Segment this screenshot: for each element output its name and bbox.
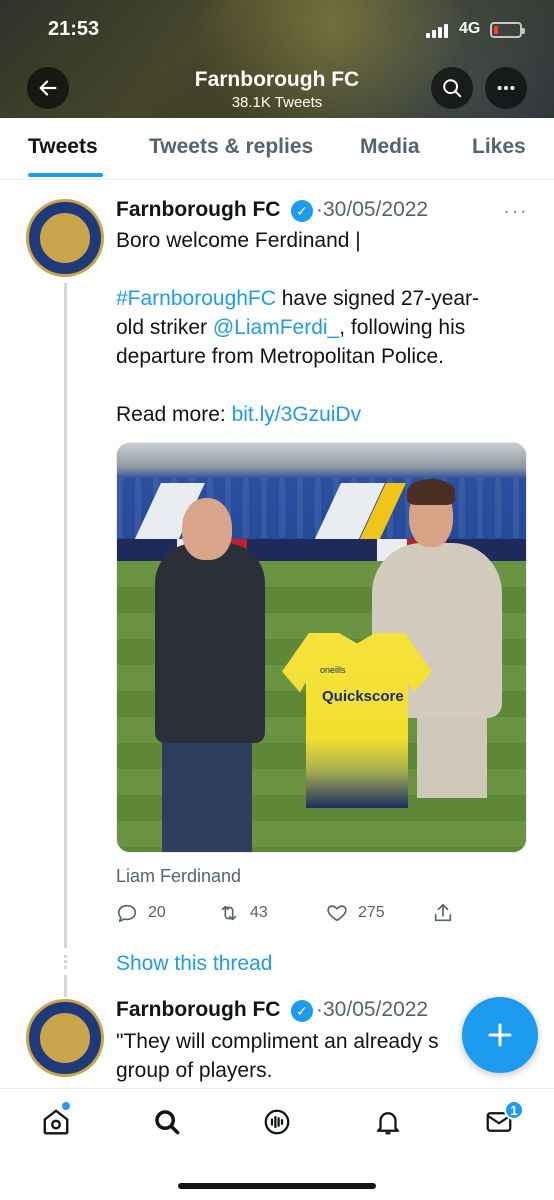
show-thread-link[interactable]: Show this thread <box>116 952 272 976</box>
heart-icon <box>327 905 347 922</box>
status-time: 21:53 <box>48 18 100 40</box>
profile-header: 21:53 4G Farnborough FC 38.1K Tweets <box>0 0 554 118</box>
network-type: 4G <box>459 20 481 37</box>
messages-badge: 1 <box>504 1100 524 1120</box>
like-button[interactable]: 275 <box>326 902 385 924</box>
thread-line <box>64 283 67 948</box>
active-tab-indicator <box>28 173 103 177</box>
bell-icon <box>376 1112 400 1135</box>
share-icon <box>434 903 452 922</box>
avatar[interactable] <box>26 999 104 1077</box>
more-icon <box>497 85 515 91</box>
tweet-text-line: departure from Metropolitan Police. <box>116 345 444 368</box>
retweet-button[interactable]: 43 <box>218 902 268 924</box>
status-bar: 21:53 4G <box>0 0 554 60</box>
hashtag-link[interactable]: #FarnboroughFC <box>116 287 276 310</box>
tweet-photo[interactable]: oneills Quickscore <box>116 442 527 853</box>
tweet-more-button[interactable]: ··· <box>503 198 528 224</box>
avatar[interactable] <box>26 199 104 277</box>
reply-button[interactable]: 20 <box>116 902 166 924</box>
tab-likes[interactable]: Likes <box>472 135 526 159</box>
tab-media[interactable]: Media <box>360 135 420 159</box>
search-button[interactable] <box>431 67 473 109</box>
mention-link[interactable]: @LiamFerdi_ <box>213 316 339 339</box>
nav-notifications[interactable] <box>371 1105 405 1139</box>
club-crest-icon <box>38 1011 92 1065</box>
verified-badge-icon: ✓ <box>291 200 313 222</box>
media-caption[interactable]: Liam Ferdinand <box>116 866 241 887</box>
tweet-text-line: Boro welcome Ferdinand | <box>116 229 361 252</box>
author-name[interactable]: Farnborough FC <box>116 198 280 222</box>
tweet-actions: 20 43 275 <box>116 902 527 930</box>
home-indicator <box>178 1183 376 1189</box>
jersey-sponsor: Quickscore <box>322 688 404 705</box>
nav-spaces[interactable] <box>260 1105 294 1139</box>
club-crest-icon <box>38 211 92 265</box>
tweet-text-line: group of players. <box>116 1059 273 1082</box>
verified-badge-icon: ✓ <box>291 1000 313 1022</box>
new-content-indicator <box>62 1102 70 1110</box>
nav-search[interactable] <box>150 1105 184 1139</box>
jersey-brand: oneills <box>320 665 346 675</box>
search-icon <box>443 79 462 98</box>
reply-icon <box>117 904 137 923</box>
signal-icon <box>426 24 454 38</box>
nav-home[interactable] <box>39 1105 73 1139</box>
tweet-text-line: #FarnboroughFC have signed 27-year- <box>116 287 480 310</box>
compose-tweet-button[interactable] <box>462 997 538 1073</box>
tweet-date: ·30/05/2022 <box>316 198 429 221</box>
author-name[interactable]: Farnborough FC <box>116 998 280 1022</box>
tweet-text-line: Read more: bit.ly/3GzuiDv <box>116 403 362 426</box>
person-left <box>155 543 265 743</box>
more-button[interactable] <box>485 67 527 109</box>
search-icon <box>155 1110 180 1135</box>
retweet-icon <box>221 905 237 921</box>
url-link[interactable]: bit.ly/3GzuiDv <box>232 403 362 426</box>
share-button[interactable] <box>432 902 454 924</box>
profile-tabs: Tweets Tweets & replies Media Likes <box>0 118 554 180</box>
battery-icon <box>490 22 525 38</box>
spaces-icon <box>264 1109 290 1135</box>
tab-tweets[interactable]: Tweets <box>28 135 98 159</box>
tweet-text-line: "They will compliment an already s <box>116 1030 439 1053</box>
tweet-date: ·30/05/2022 <box>316 998 429 1021</box>
tweet-text-line: old striker @LiamFerdi_, following his <box>116 316 466 339</box>
home-icon <box>43 1109 69 1135</box>
plus-icon <box>488 1023 512 1047</box>
tab-tweets-replies[interactable]: Tweets & replies <box>149 135 313 159</box>
thread-connector <box>64 955 67 969</box>
